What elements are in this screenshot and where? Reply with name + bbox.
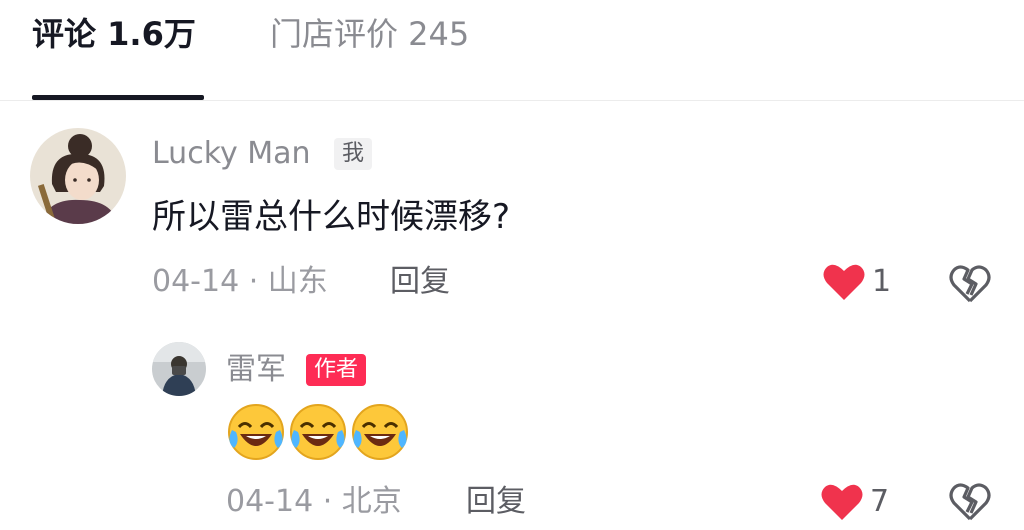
comment-date-location: 04-14 · 山东	[152, 264, 328, 299]
comment-text: 所以雷总什么时候漂移?	[152, 197, 511, 237]
avatar[interactable]	[152, 342, 206, 396]
like-count: 1	[872, 264, 892, 299]
heart-filled-icon	[823, 264, 865, 300]
comment-username[interactable]: 雷军	[226, 350, 286, 390]
dislike-button[interactable]	[948, 262, 992, 304]
laughing-crying-emoji-icon	[288, 402, 348, 462]
broken-heart-icon	[949, 483, 991, 521]
avatar[interactable]	[30, 128, 126, 224]
comment-username[interactable]: Lucky Man	[152, 134, 311, 174]
heart-filled-icon	[821, 484, 863, 520]
person-photo-avatar-icon	[152, 342, 206, 396]
author-tag: 作者	[306, 354, 367, 386]
laughing-crying-emoji-icon	[350, 402, 410, 462]
tab-comments[interactable]: 评论 1.6万	[32, 12, 196, 56]
like-count: 7	[870, 484, 890, 519]
anime-girl-avatar-icon	[30, 128, 126, 224]
reply-button[interactable]: 回复	[390, 262, 450, 302]
broken-heart-icon	[949, 265, 991, 303]
me-tag: 我	[334, 138, 373, 170]
like-button[interactable]: 7	[820, 482, 889, 522]
comment-tabs: 评论 1.6万 门店评价 245	[0, 0, 1024, 102]
dislike-button[interactable]	[948, 480, 992, 522]
emoji-row	[226, 402, 410, 462]
tab-store-reviews[interactable]: 门店评价 245	[270, 12, 469, 56]
comment-date-location: 04-14 · 北京	[226, 484, 402, 519]
like-button[interactable]: 1	[822, 262, 891, 302]
laughing-crying-emoji-icon	[226, 402, 286, 462]
reply-button[interactable]: 回复	[466, 482, 526, 522]
tab-divider	[0, 100, 1024, 101]
